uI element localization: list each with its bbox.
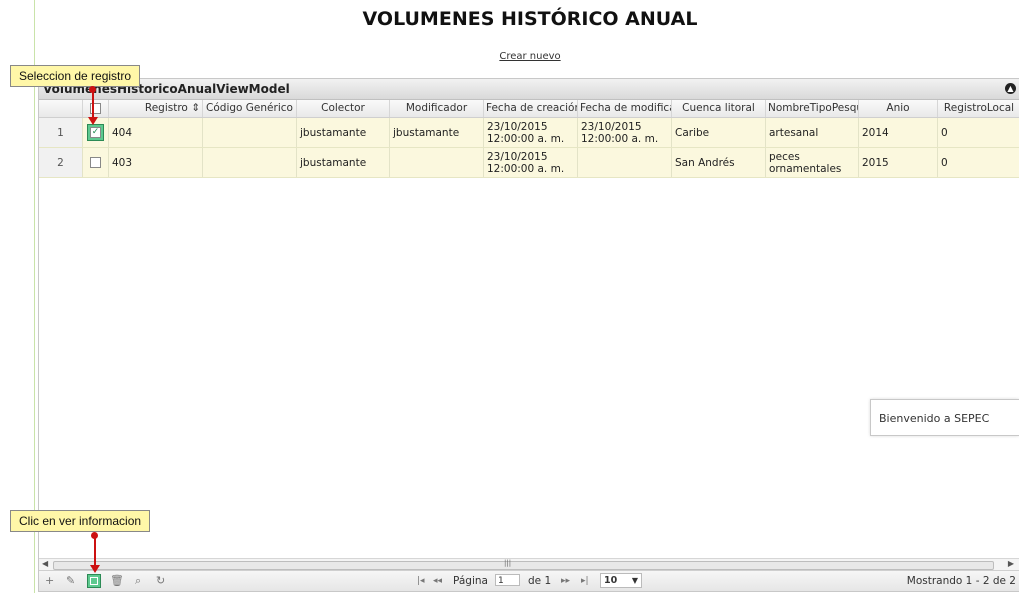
header-colector[interactable]: Colector <box>297 100 390 117</box>
page-total: de 1 <box>528 575 552 587</box>
edit-icon[interactable]: ✎ <box>66 574 75 588</box>
header-registro-local[interactable]: RegistroLocal <box>938 100 1019 117</box>
row-number: 1 <box>39 118 83 147</box>
rows-per-page-value: 10 <box>604 575 618 586</box>
header-codigo[interactable]: Código Genérico <box>203 100 297 117</box>
header-registro[interactable]: Registro ⇕ <box>109 100 203 117</box>
grid-header-row: Registro ⇕ Código Genérico Colector Modi… <box>39 100 1019 118</box>
cell-tipo: peces ornamentales <box>766 148 859 177</box>
cell-fecha-creacion: 23/10/2015 12:00:00 a. m. <box>484 118 578 147</box>
header-anio[interactable]: Anio <box>859 100 938 117</box>
collapse-icon[interactable]: ▲ <box>1005 83 1016 94</box>
refresh-icon[interactable]: ↻ <box>156 574 165 588</box>
scroll-right-icon[interactable]: ▶ <box>1008 559 1014 568</box>
cell-modificador <box>390 148 484 177</box>
cell-cuenca: San Andrés <box>672 148 766 177</box>
check-icon: ✓ <box>90 127 101 138</box>
next-page-icon[interactable]: ▸▸ <box>561 574 570 588</box>
header-rownum <box>39 100 83 117</box>
data-grid: VolumenesHistoricoAnualViewModel ▲ Regis… <box>38 78 1019 592</box>
row-select-cell[interactable] <box>83 148 109 177</box>
cell-anio: 2014 <box>859 118 938 147</box>
header-fecha-creacion[interactable]: Fecha de creación <box>484 100 578 117</box>
delete-icon[interactable]: 🗑 <box>110 574 124 588</box>
cell-tipo: artesanal <box>766 118 859 147</box>
chevron-down-icon: ▼ <box>631 576 638 585</box>
create-new-link[interactable]: Crear nuevo <box>0 51 1019 62</box>
grid-caption: VolumenesHistoricoAnualViewModel ▲ <box>39 79 1019 100</box>
table-row[interactable]: 1 ✓ 404 jbustamante jbustamante 23/10/20… <box>39 118 1019 148</box>
cell-fecha-modificacion: 23/10/2015 12:00:00 a. m. <box>578 118 672 147</box>
cell-fecha-modificacion <box>578 148 672 177</box>
header-modificador[interactable]: Modificador <box>390 100 484 117</box>
header-fecha-modificacion[interactable]: Fecha de modificación <box>578 100 672 117</box>
cell-registro-local: 0 <box>941 126 948 139</box>
search-icon[interactable]: ⌕ <box>135 574 141 588</box>
row-checkbox-checked[interactable]: ✓ <box>87 124 104 141</box>
scroll-left-icon[interactable]: ◀ <box>42 559 48 568</box>
cell-fecha-creacion: 23/10/2015 12:00:00 a. m. <box>484 148 578 177</box>
last-page-icon[interactable]: ▸| <box>581 574 589 588</box>
welcome-toast: Bienvenido a SEPEC <box>870 399 1019 436</box>
grid-pager: + ✎ 🗑 ⌕ ↻ |◂ ◂◂ Página 1 de 1 ▸▸ ▸| 10 ▼… <box>39 570 1019 591</box>
header-select-all[interactable] <box>83 100 109 117</box>
row-number: 2 <box>39 148 83 177</box>
cell-registro-local: 0 <box>941 156 948 169</box>
header-cuenca[interactable]: Cuenca litoral <box>672 100 766 117</box>
cell-colector: jbustamante <box>297 118 390 147</box>
left-border-line <box>34 0 35 593</box>
page-title: VOLUMENES HISTÓRICO ANUAL <box>362 8 698 30</box>
scrollbar-thumb[interactable] <box>53 561 994 570</box>
prev-page-icon[interactable]: ◂◂ <box>433 574 442 588</box>
page-label: Página <box>453 575 488 587</box>
scroll-grip-icon: ||| <box>504 559 512 567</box>
callout-arrow-icon <box>88 117 98 125</box>
callout-line <box>92 90 94 119</box>
callout-arrow-icon <box>90 565 100 573</box>
add-icon[interactable]: + <box>45 574 54 588</box>
page-number-input[interactable]: 1 <box>495 574 520 586</box>
callout-line <box>94 536 96 566</box>
table-row[interactable]: 2 403 jbustamante 23/10/2015 12:00:00 a.… <box>39 148 1019 178</box>
records-status: Mostrando 1 - 2 de 2 <box>906 575 1016 587</box>
cell-registro: 403 <box>109 148 203 177</box>
row-checkbox[interactable] <box>90 157 101 168</box>
cell-colector: jbustamante <box>297 148 390 177</box>
rows-per-page-select[interactable]: 10 ▼ <box>600 573 642 588</box>
cell-registro: 404 <box>109 118 203 147</box>
header-tipo[interactable]: NombreTipoPesquería <box>766 100 859 117</box>
cell-cuenca: Caribe <box>672 118 766 147</box>
callout-view-info: Clic en ver informacion <box>10 510 151 532</box>
cell-codigo <box>203 148 297 177</box>
view-info-button[interactable] <box>87 574 101 588</box>
callout-select-record: Seleccion de registro <box>10 65 141 87</box>
cell-anio: 2015 <box>859 148 938 177</box>
first-page-icon[interactable]: |◂ <box>417 574 425 588</box>
cell-modificador: jbustamante <box>390 118 484 147</box>
cell-codigo <box>203 118 297 147</box>
